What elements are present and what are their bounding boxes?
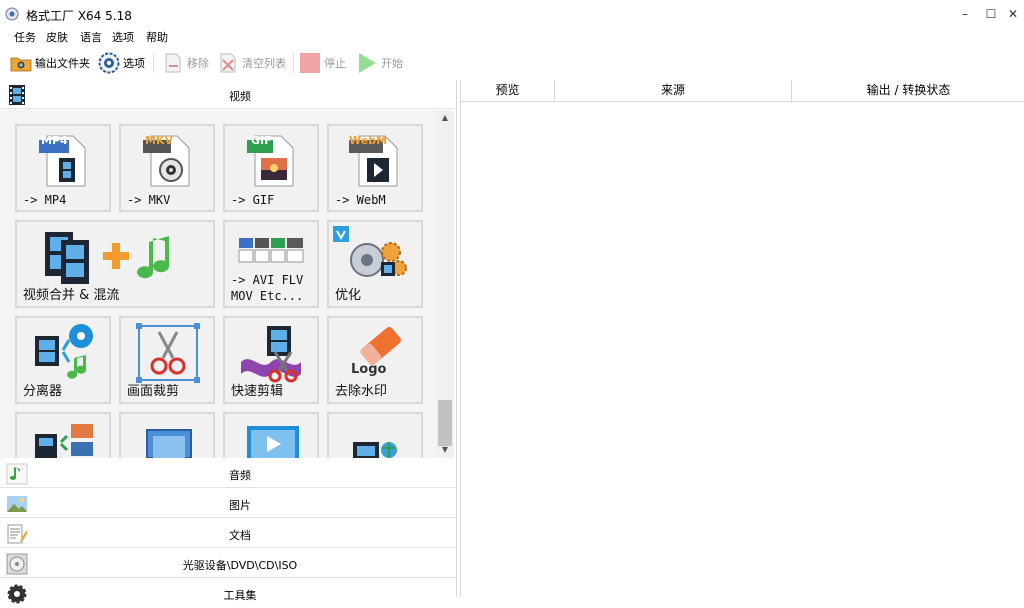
start-button[interactable]: 开始 — [356, 50, 403, 76]
menu-skin[interactable]: 皮肤 — [46, 29, 68, 45]
quick-clip-icon — [241, 326, 301, 383]
window-title: 格式工厂 X64 5.18 — [26, 9, 132, 23]
category-tools[interactable]: 工具集 — [0, 579, 456, 608]
tile-to-webm[interactable]: WebM -> WebM — [327, 124, 423, 212]
menu-bar: 任务 皮肤 语言 选项 帮助 — [0, 28, 1024, 46]
optimize-gears-icon — [333, 226, 407, 277]
clear-list-button[interactable]: 清空列表 — [217, 50, 286, 76]
remove-icon — [165, 53, 181, 73]
tile-quick-clip-label: 快速剪辑 — [231, 384, 284, 399]
clear-list-label: 清空列表 — [242, 57, 286, 70]
minimize-button[interactable]: – — [954, 4, 976, 24]
close-button[interactable]: ✕ — [1002, 4, 1024, 24]
toolbar-separator — [153, 53, 154, 73]
splitter-icon — [35, 324, 93, 379]
category-image-label: 图片 — [229, 499, 251, 512]
player-icon — [247, 426, 299, 458]
category-video-label: 视频 — [229, 90, 251, 103]
multi-format-icon — [238, 238, 304, 263]
video-to-images-icon — [35, 424, 93, 458]
stop-icon — [300, 53, 320, 73]
tile-to-mp4[interactable]: MP4 -> MP4 — [15, 124, 111, 212]
tile-video-merge-label: 视频合并 & 混流 — [23, 288, 120, 303]
tile-video-to-images[interactable] — [15, 412, 111, 458]
title-bar: 格式工厂 X64 5.18 – ☐ ✕ — [0, 0, 1024, 28]
stop-button[interactable]: 停止 — [299, 50, 346, 76]
stop-label: 停止 — [324, 57, 346, 70]
remove-button[interactable]: 移除 — [162, 50, 209, 76]
clear-list-icon — [220, 53, 236, 73]
video-globe-icon — [353, 442, 397, 458]
tile-video-player[interactable] — [223, 412, 319, 458]
maximize-button[interactable]: ☐ — [980, 4, 1002, 24]
options-gear-icon — [98, 52, 120, 74]
tile-other-formats-label: -> AVI FLV MOV Etc... — [231, 273, 304, 303]
category-document[interactable]: 文档 — [0, 519, 456, 548]
category-audio-label: 音频 — [229, 469, 251, 482]
remove-label: 移除 — [187, 57, 209, 70]
mp4-badge: MP4 — [41, 134, 68, 147]
tile-to-mp4-label: -> MP4 — [23, 193, 67, 207]
merge-mux-icon — [45, 232, 170, 284]
tile-to-mkv[interactable]: MKV -> MKV — [119, 124, 215, 212]
toolbar: 输出文件夹 选项 移除 清空列表 停止 开始 — [0, 47, 1024, 79]
scroll-up-arrow[interactable]: ▲ — [436, 110, 454, 126]
category-panel: 视频 MP4 -> MP4 MKV -> MKV GIF -> GIF WebM… — [0, 80, 457, 608]
tile-remove-watermark-label: 去除水印 — [335, 384, 388, 399]
tile-optimize-label: 优化 — [335, 288, 362, 303]
column-header-preview[interactable]: 预览 — [461, 80, 555, 102]
options-label: 选项 — [123, 57, 145, 70]
menu-language[interactable]: 语言 — [80, 29, 102, 45]
tile-crop[interactable]: 画面裁剪 — [119, 316, 215, 404]
scroll-thumb[interactable] — [438, 400, 452, 446]
scroll-down-arrow[interactable]: ▼ — [436, 442, 454, 458]
tile-other-formats[interactable]: -> AVI FLV MOV Etc... — [223, 220, 319, 308]
menu-options[interactable]: 选项 — [112, 29, 134, 45]
options-button[interactable]: 选项 — [98, 50, 145, 76]
category-optical[interactable]: 光驱设备\DVD\CD\ISO — [0, 549, 456, 578]
toolbar-separator — [293, 53, 294, 73]
category-image[interactable]: 图片 — [0, 489, 456, 518]
app-logo-icon — [5, 7, 19, 21]
category-tools-label: 工具集 — [223, 589, 257, 602]
task-list-panel[interactable]: 预览 来源 输出 / 转换状态 — [460, 80, 1024, 597]
logo-text: Logo — [351, 362, 387, 377]
menu-task[interactable]: 任务 — [14, 29, 36, 45]
grid-scrollbar[interactable]: ▲ ▼ — [436, 110, 454, 458]
start-label: 开始 — [381, 57, 403, 70]
photo-frame-icon — [146, 429, 192, 458]
menu-help[interactable]: 帮助 — [146, 29, 168, 45]
tile-video-download[interactable] — [327, 412, 423, 458]
tile-splitter[interactable]: 分离器 — [15, 316, 111, 404]
column-header-output-status[interactable]: 输出 / 转换状态 — [792, 80, 1024, 102]
output-folder-button[interactable]: 输出文件夹 — [10, 50, 90, 76]
tile-to-webm-label: -> WebM — [335, 193, 386, 207]
category-optical-label: 光驱设备\DVD\CD\ISO — [182, 559, 298, 572]
tile-video-merge[interactable]: 视频合并 & 混流 — [15, 220, 215, 308]
gif-badge: GIF — [251, 134, 272, 147]
tile-optimize[interactable]: 优化 — [327, 220, 423, 308]
tile-video-frame[interactable] — [119, 412, 215, 458]
folder-icon — [10, 57, 32, 72]
tile-quick-clip[interactable]: 快速剪辑 — [223, 316, 319, 404]
tile-crop-label: 画面裁剪 — [127, 384, 180, 399]
output-folder-label: 输出文件夹 — [35, 57, 90, 70]
tile-to-gif[interactable]: GIF -> GIF — [223, 124, 319, 212]
column-header-source[interactable]: 来源 — [555, 80, 792, 102]
category-document-label: 文档 — [229, 529, 251, 542]
tile-to-mkv-label: -> MKV — [127, 193, 171, 207]
webm-badge: WebM — [349, 134, 388, 147]
tile-remove-watermark[interactable]: Logo 去除水印 — [327, 316, 423, 404]
category-audio[interactable]: 音频 — [0, 459, 456, 488]
tile-to-gif-label: -> GIF — [231, 193, 275, 207]
category-video[interactable]: 视频 — [0, 80, 456, 109]
mkv-badge: MKV — [145, 134, 173, 147]
play-icon — [359, 53, 376, 73]
crop-scissors-icon — [136, 323, 200, 383]
tile-splitter-label: 分离器 — [23, 384, 63, 399]
video-tools-grid: MP4 -> MP4 MKV -> MKV GIF -> GIF WebM ->… — [0, 110, 436, 458]
